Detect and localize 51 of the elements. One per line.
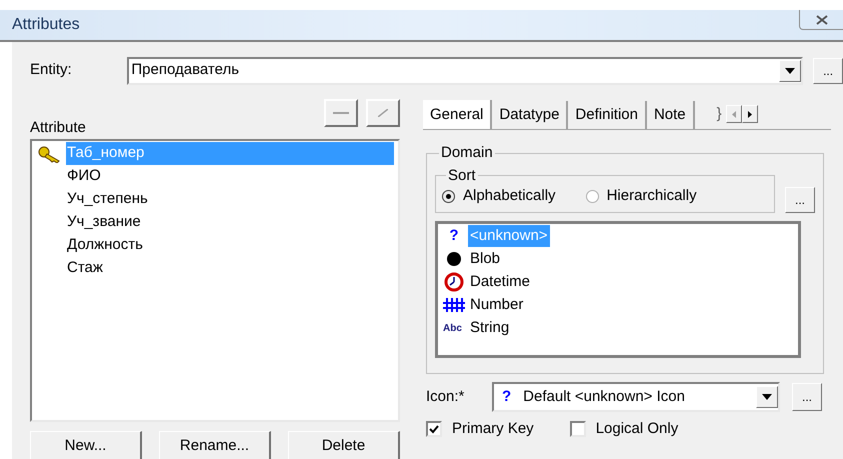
checkbox-label: Logical Only: [596, 419, 678, 439]
move-down-button[interactable]: [366, 99, 400, 127]
clock-icon: [443, 272, 465, 292]
right-arrow-icon: [748, 110, 752, 118]
browse-button[interactable]: ...: [785, 186, 815, 212]
action-button[interactable]: Delete: [288, 431, 400, 459]
attribute-item[interactable]: Уч_звание: [66, 211, 142, 234]
string-icon: Abc: [443, 320, 465, 336]
dropdown-button[interactable]: [756, 386, 778, 408]
sort-label: Sort: [447, 166, 477, 186]
radio-button[interactable]: [442, 190, 455, 203]
attribute-item[interactable]: ФИО: [66, 165, 102, 188]
checkbox[interactable]: [570, 421, 586, 438]
action-button[interactable]: New...: [30, 431, 142, 459]
check-icon: [429, 424, 439, 434]
scroll-left-button[interactable]: [726, 105, 742, 123]
scroll-right-button[interactable]: [742, 105, 758, 123]
entity-label: Entity:: [30, 60, 73, 80]
dropdown-button[interactable]: [779, 60, 802, 82]
icon-label: Icon:*: [426, 386, 466, 407]
entity-dropdown[interactable]: Преподаватель: [127, 56, 804, 84]
browse-button[interactable]: ...: [813, 58, 843, 84]
radio-button[interactable]: [586, 190, 599, 203]
attribute-item[interactable]: Уч_степень: [66, 188, 149, 211]
datatype-item[interactable]: Number: [468, 294, 526, 316]
slash-icon: [378, 109, 388, 117]
dash-icon: [333, 112, 349, 114]
question-icon: ?: [443, 224, 465, 248]
attribute-item[interactable]: Стаж: [66, 257, 104, 280]
attribute-item[interactable]: Должность: [66, 234, 144, 257]
question-icon: ?: [502, 386, 512, 408]
close-button[interactable]: [799, 10, 843, 30]
datatype-item[interactable]: Datetime: [468, 270, 532, 294]
checkbox-label: Primary Key: [452, 419, 534, 439]
icon-dropdown[interactable]: ? Default <unknown> Icon: [492, 382, 780, 412]
hash-icon: [443, 298, 465, 312]
window-title: Attributes: [12, 15, 80, 35]
caret-icon: [762, 394, 772, 400]
move-up-button[interactable]: [324, 99, 358, 127]
attribute-label: Attribute: [30, 118, 86, 138]
domain-label: Domain: [440, 143, 494, 163]
tab[interactable]: General: [423, 100, 492, 130]
checkbox[interactable]: [426, 421, 442, 438]
caret-icon: [785, 68, 796, 74]
datatype-item[interactable]: Blob: [468, 248, 502, 270]
action-button[interactable]: Rename...: [159, 431, 271, 459]
left-arrow-icon: [732, 110, 736, 118]
close-icon: [816, 14, 828, 24]
browse-button[interactable]: ...: [792, 383, 822, 411]
datatype-item[interactable]: String: [468, 316, 512, 340]
tab-fragment: }: [716, 104, 722, 124]
